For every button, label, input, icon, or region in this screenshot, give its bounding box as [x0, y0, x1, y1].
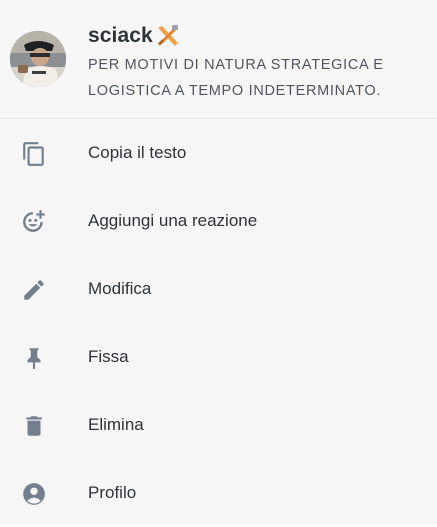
copy-icon [21, 141, 47, 167]
avatar[interactable] [10, 31, 66, 87]
delete-button[interactable]: Elimina [0, 391, 437, 459]
edit-button[interactable]: Modifica [0, 255, 437, 323]
copy-text-label: Copia il testo [88, 143, 187, 162]
profile-button[interactable]: Profilo [0, 459, 437, 527]
message-actions-sheet: sciack PER MOTIVI DI NATURA STRATEGICA E… [0, 0, 437, 524]
message-text: PER MOTIVI DI NATURA STRATEGICA E LOGIST… [88, 57, 384, 99]
username[interactable]: sciack [88, 24, 153, 48]
delete-label: Elimina [88, 415, 144, 434]
copy-text-button[interactable]: Copia il testo [0, 119, 437, 187]
pencil-icon [21, 277, 47, 303]
add-reaction-icon [21, 209, 47, 235]
edit-label: Modifica [88, 279, 152, 298]
pin-button[interactable]: Fissa [0, 323, 437, 391]
profile-icon [21, 481, 47, 507]
message-preview: sciack PER MOTIVI DI NATURA STRATEGICA E… [0, 0, 437, 119]
profile-label: Profilo [88, 483, 137, 502]
trash-icon [21, 413, 47, 439]
username-row: sciack [88, 22, 181, 50]
add-reaction-button[interactable]: Aggiungi una reazione [0, 187, 437, 255]
add-reaction-label: Aggiungi una reazione [88, 211, 258, 230]
hammer-and-sword-icon [155, 23, 181, 49]
pin-label: Fissa [88, 347, 129, 366]
pin-icon [21, 345, 47, 371]
action-menu: Copia il testo Aggiungi una reazione Mod… [0, 119, 437, 527]
